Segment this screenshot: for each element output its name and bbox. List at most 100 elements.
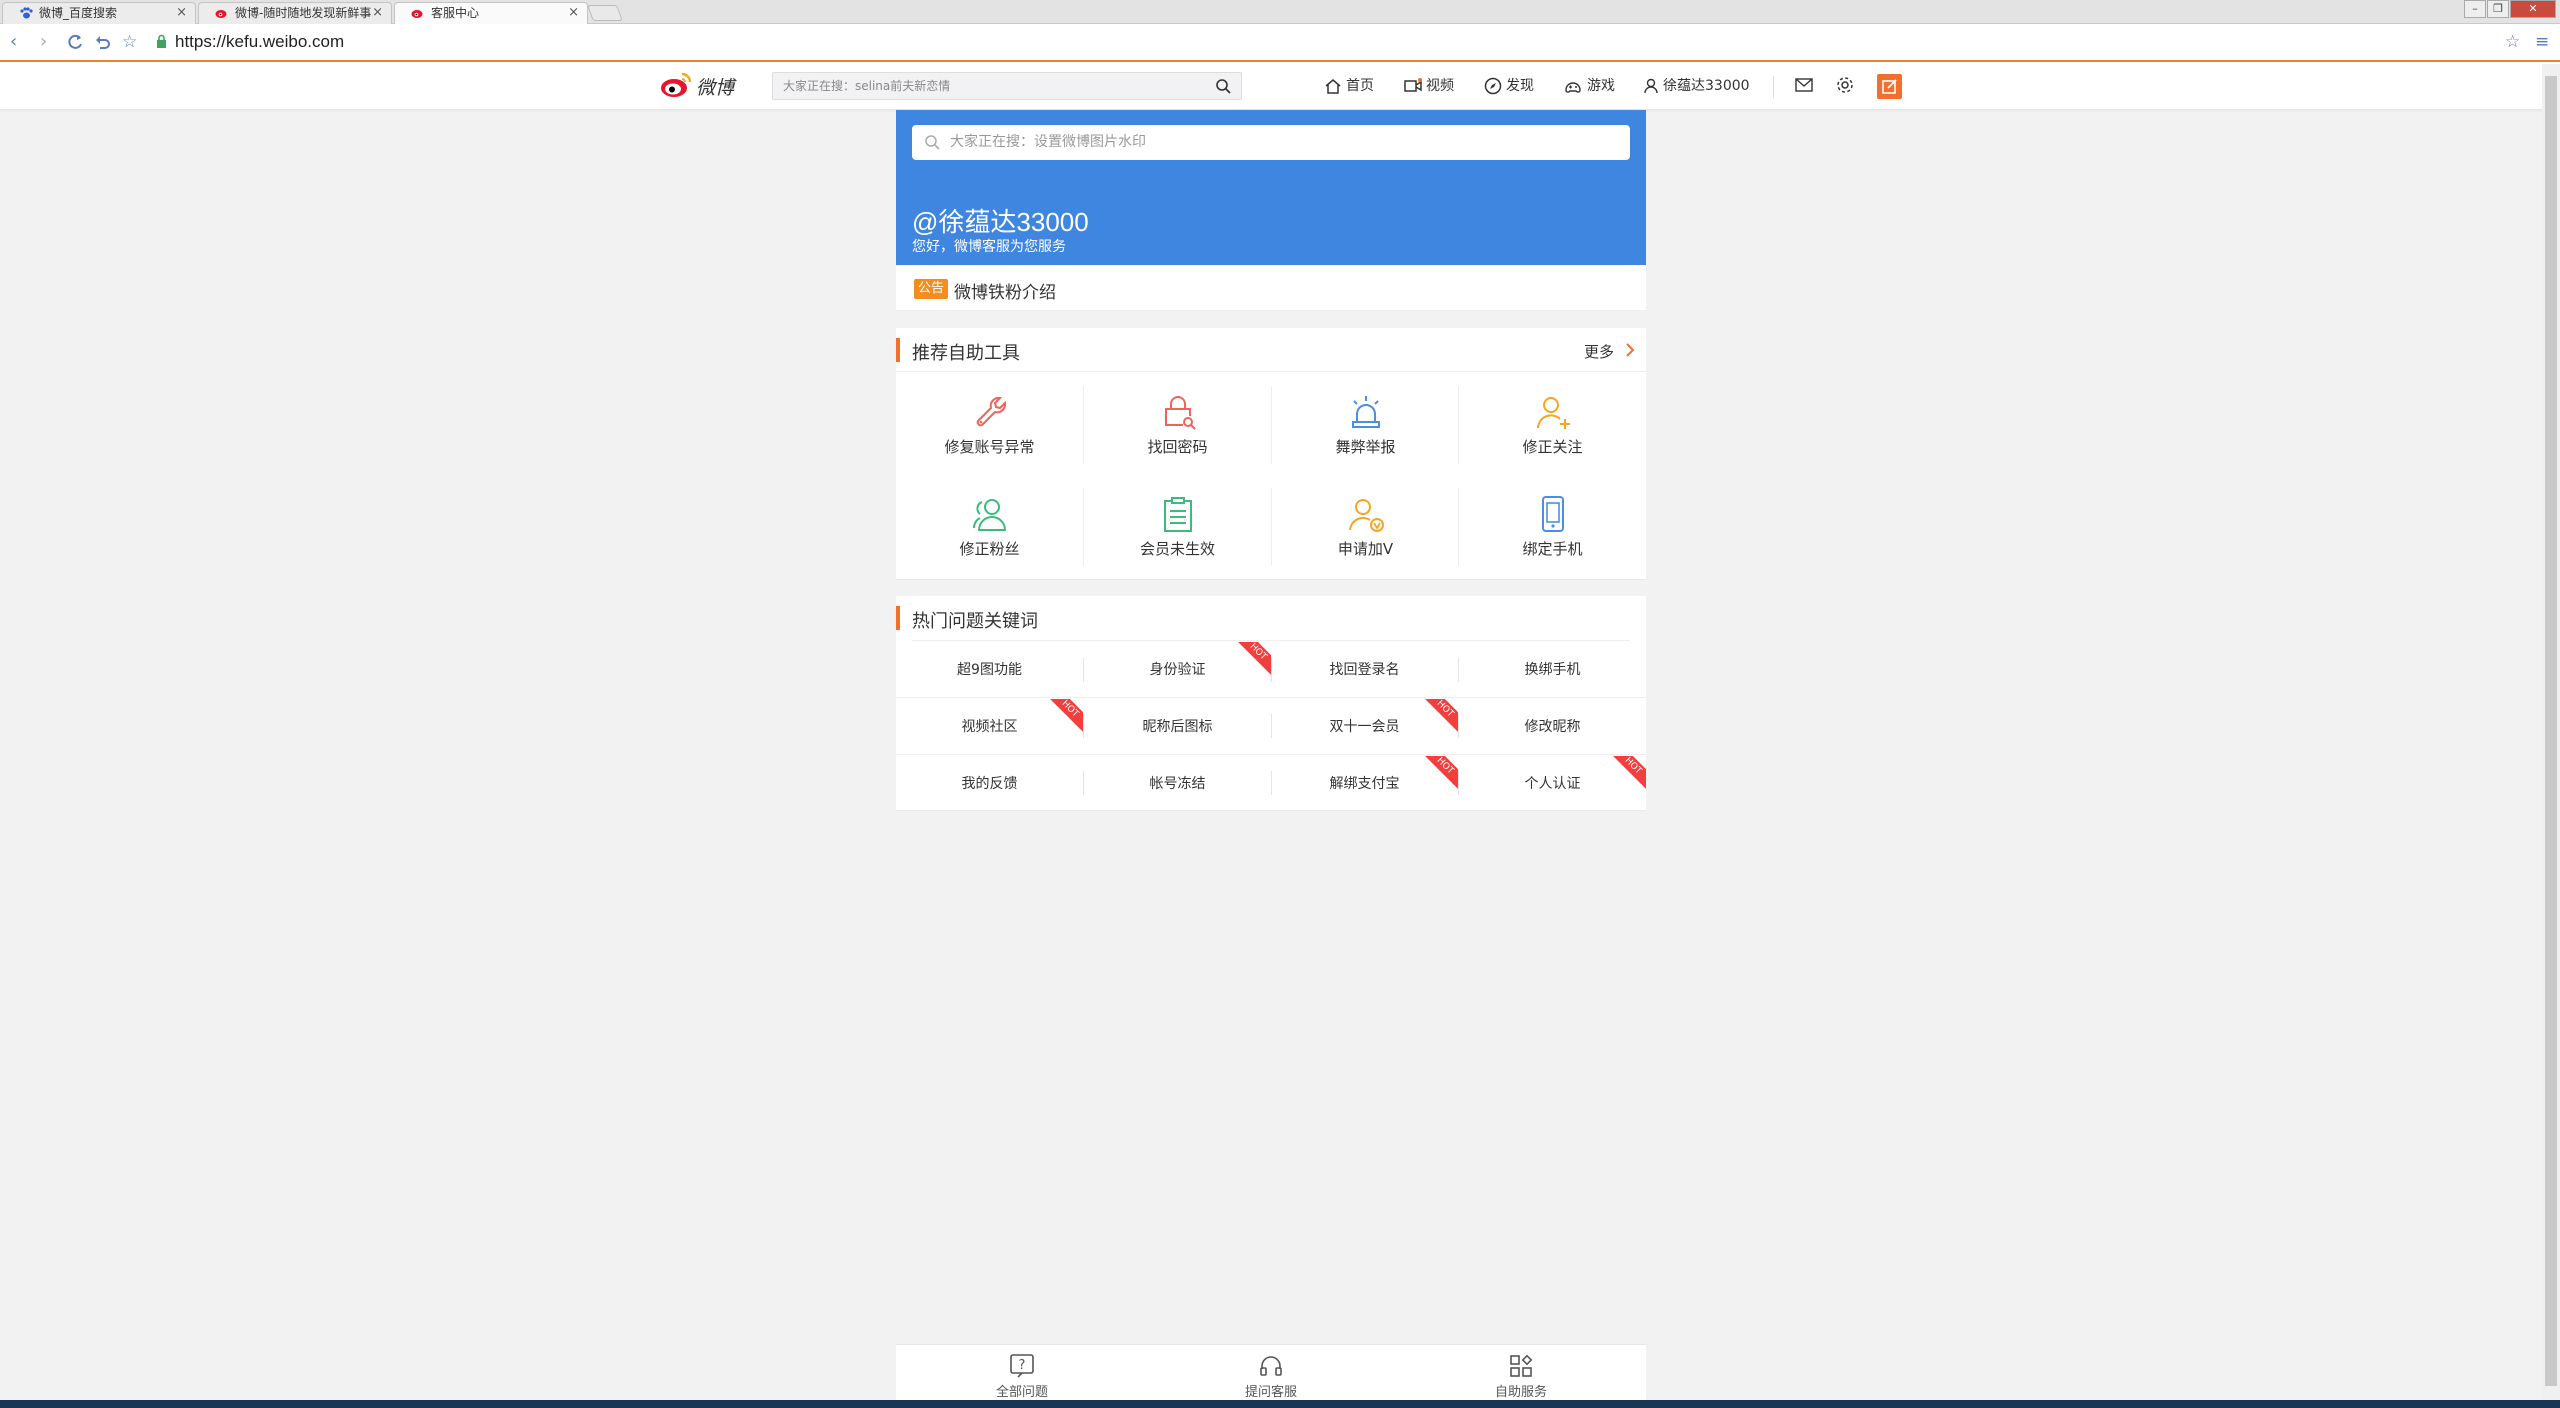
compass-icon — [1484, 77, 1502, 95]
search-icon[interactable] — [1215, 78, 1231, 94]
tab-close-icon[interactable]: × — [372, 3, 383, 23]
hot-keyword[interactable]: 个人认证 HOT — [1459, 756, 1646, 812]
nav-games[interactable]: 游戏 — [1563, 76, 1615, 96]
nav-home[interactable]: 首页 — [1324, 76, 1374, 96]
hot-keyword-label: 我的反馈 — [961, 776, 1018, 792]
nav-video-label: 视频 — [1426, 78, 1454, 94]
bottom-nav-self-service[interactable]: 自助服务 — [1446, 1353, 1596, 1400]
clipboard-icon — [1163, 497, 1192, 532]
tab-close-icon[interactable]: × — [568, 3, 579, 23]
weibo-icon — [215, 10, 227, 18]
browser-tab[interactable]: 微博-随时随地发现新鲜事 × — [198, 2, 392, 24]
hot-keyword[interactable]: 超9图功能 — [896, 642, 1083, 698]
baidu-paw-icon — [20, 7, 33, 19]
nav-discover[interactable]: 发现 — [1484, 76, 1534, 96]
gear-icon[interactable] — [1836, 76, 1854, 94]
tool-fix-fans[interactable]: 修正粉丝 — [896, 486, 1083, 586]
panel-title: 推荐自助工具 — [912, 343, 1020, 364]
tool-apply-verified[interactable]: 申请加V — [1272, 486, 1459, 586]
new-tab-button[interactable] — [587, 5, 623, 21]
tool-bind-phone[interactable]: 绑定手机 — [1459, 486, 1646, 586]
compose-button[interactable] — [1877, 74, 1902, 99]
bookmark-star-icon[interactable]: ☆ — [122, 32, 137, 52]
undo-icon[interactable] — [94, 33, 112, 51]
browser-tab[interactable]: 微博_百度搜索 × — [2, 2, 196, 24]
notice-bar[interactable]: 公告 微博铁粉介绍 — [896, 265, 1646, 311]
tool-vip-inactive[interactable]: 会员未生效 — [1084, 486, 1271, 586]
forward-icon[interactable]: › — [40, 32, 47, 52]
tool-label: 会员未生效 — [1139, 540, 1215, 558]
page-scrollbar[interactable] — [2542, 64, 2560, 1400]
hot-keyword[interactable]: 视频社区 HOT — [896, 699, 1083, 755]
wrench-icon — [976, 396, 1006, 427]
tool-label: 修正关注 — [1522, 438, 1583, 456]
tool-label: 舞弊举报 — [1335, 438, 1396, 456]
video-icon — [1404, 78, 1422, 92]
notice-text[interactable]: 微博铁粉介绍 — [954, 278, 1056, 303]
headset-icon — [1260, 1356, 1282, 1376]
home-icon — [1325, 79, 1341, 94]
tool-fix-account[interactable]: 修复账号异常 — [896, 384, 1083, 484]
close-window-button[interactable]: ✕ — [2510, 0, 2556, 18]
hero-search-input[interactable]: 大家正在搜：设置微博图片水印 — [912, 125, 1630, 160]
browser-tab-active[interactable]: 客服中心 × — [394, 2, 588, 24]
hot-badge: HOT — [1420, 756, 1458, 791]
hot-badge: HOT — [1045, 699, 1083, 734]
panel-header: 推荐自助工具 更多 — [896, 328, 1646, 372]
nav-user[interactable]: 徐蕴达33000 — [1643, 76, 1750, 96]
hot-keyword[interactable]: 身份验证 HOT — [1084, 642, 1271, 698]
divider — [1773, 76, 1774, 98]
hot-keyword-label: 身份验证 — [1149, 662, 1206, 678]
weibo-icon — [411, 10, 423, 18]
tool-recover-password[interactable]: 找回密码 — [1084, 384, 1271, 484]
hot-keyword[interactable]: 双十一会员 HOT — [1271, 699, 1458, 755]
chevron-right-icon[interactable] — [1626, 343, 1634, 357]
favorite-star-icon[interactable]: ☆ — [2505, 32, 2520, 52]
minimize-button[interactable]: – — [2464, 0, 2486, 18]
tab-close-icon[interactable]: × — [176, 3, 187, 23]
user-add-icon — [1536, 397, 1570, 429]
grid-icon — [1510, 1354, 1533, 1377]
alarm-icon — [1351, 396, 1380, 428]
lock-icon — [157, 34, 166, 48]
scrollbar-thumb[interactable] — [2545, 76, 2557, 1386]
bottom-nav-label: 自助服务 — [1494, 1385, 1547, 1400]
hot-keyword[interactable]: 修改昵称 — [1459, 699, 1646, 755]
hot-keyword[interactable]: 解绑支付宝 HOT — [1271, 756, 1458, 812]
back-icon[interactable]: ‹ — [10, 32, 17, 52]
hot-badge: HOT — [1420, 699, 1458, 734]
compose-icon — [1882, 79, 1897, 94]
bottom-nav-label: 提问客服 — [1244, 1385, 1297, 1400]
bottom-nav: ? 全部问题 提问客服 自助服务 — [896, 1344, 1646, 1400]
hot-keywords-panel: 热门问题关键词 超9图功能 身份验证 HOT 找回登录名 换绑手机 视频社区 HOT 昵称后图… — [896, 596, 1646, 811]
url-field[interactable]: https://kefu.weibo.com — [175, 32, 344, 52]
tool-report-fraud[interactable]: 舞弊举报 — [1272, 384, 1459, 484]
address-bar: ‹ › ☆ https://kefu.weibo.com ☆ ≡ — [0, 24, 2560, 62]
gamepad-icon — [1565, 82, 1581, 93]
logo-text: 微博 — [696, 77, 735, 99]
bottom-nav-label: 全部问题 — [995, 1385, 1048, 1400]
header-search-input[interactable]: 大家正在搜：selina前夫新恋情 — [772, 72, 1242, 100]
reload-icon[interactable] — [66, 33, 84, 51]
hot-keyword[interactable]: 我的反馈 — [896, 756, 1083, 812]
nav-video[interactable]: 视频 — [1404, 76, 1454, 96]
more-link[interactable]: 更多 — [1584, 341, 1614, 362]
menu-icon[interactable]: ≡ — [2535, 32, 2549, 52]
tool-fix-following[interactable]: 修正关注 — [1459, 384, 1646, 484]
mail-icon[interactable] — [1795, 78, 1813, 92]
user-icon — [1644, 78, 1658, 94]
accent-bar — [896, 338, 900, 362]
hot-keyword-label: 修改昵称 — [1524, 719, 1581, 735]
restore-button[interactable]: ❐ — [2487, 0, 2509, 18]
hot-keyword[interactable]: 昵称后图标 — [1084, 699, 1271, 755]
weibo-logo[interactable]: 微博 — [660, 70, 740, 100]
bottom-nav-ask-service[interactable]: 提问客服 — [1196, 1353, 1346, 1400]
bottom-nav-all-questions[interactable]: ? 全部问题 — [947, 1353, 1097, 1400]
panel-title: 热门问题关键词 — [912, 611, 1038, 632]
hot-keyword[interactable]: 找回登录名 — [1271, 642, 1458, 698]
hot-keyword[interactable]: 帐号冻结 — [1084, 756, 1271, 812]
weibo-logo-icon — [661, 72, 692, 97]
hot-badge: HOT — [1608, 756, 1646, 791]
accent-bar — [896, 606, 900, 630]
hot-keyword[interactable]: 换绑手机 — [1459, 642, 1646, 698]
